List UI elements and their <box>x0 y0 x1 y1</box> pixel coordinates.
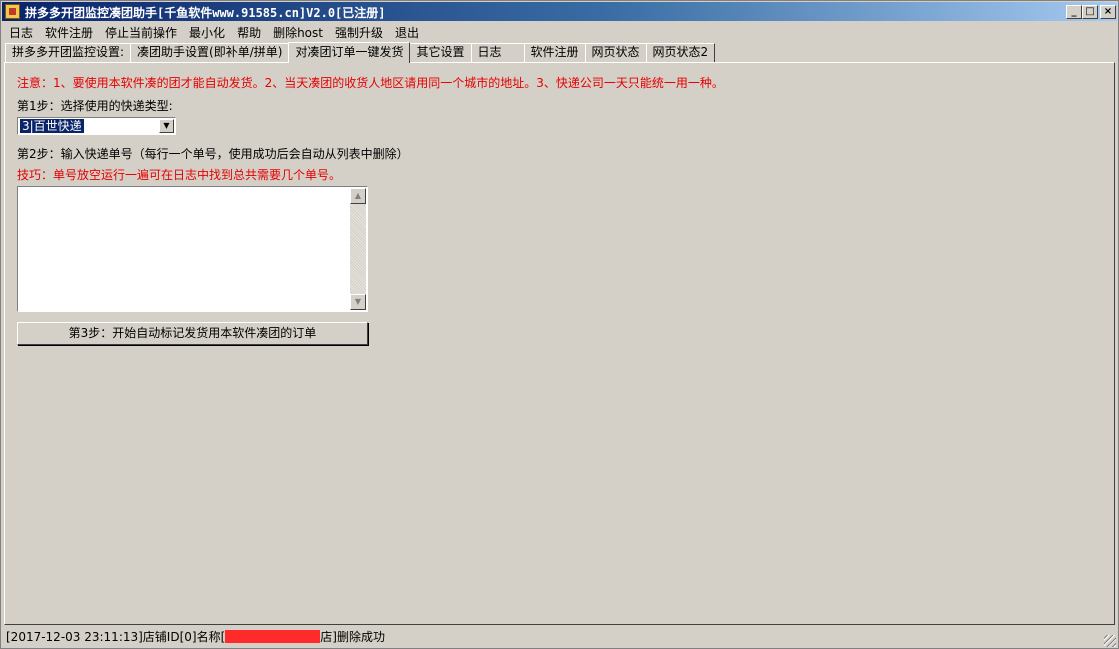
menu-force-upgrade[interactable]: 强制升级 <box>329 24 389 41</box>
tab-log[interactable]: 日志 <box>470 43 525 62</box>
step1-label: 第1步：选择使用的快递类型: <box>17 99 173 113</box>
title-bar[interactable]: 拼多多开团监控凑团助手[千鱼软件www.91585.cn]V2.0[已注册] _… <box>2 2 1117 21</box>
menu-stop-operation[interactable]: 停止当前操作 <box>99 24 183 41</box>
step2-label: 第2步：输入快递单号（每行一个单号，使用成功后会自动从列表中删除） <box>17 147 409 161</box>
tab-web-status-2[interactable]: 网页状态2 <box>645 43 716 62</box>
start-auto-ship-button[interactable]: 第3步：开始自动标记发货用本软件凑团的订单 <box>17 322 368 345</box>
status-message: [2017-12-03 23:11:13]店铺ID[0]名称[ 店]删除成功 <box>6 627 385 648</box>
status-bar: [2017-12-03 23:11:13]店铺ID[0]名称[ 店]删除成功 <box>2 627 1117 648</box>
chevron-down-icon[interactable]: ▼ <box>159 119 174 133</box>
courier-select[interactable]: 3|百世快递 ▼ <box>17 117 176 135</box>
window-title: 拼多多开团监控凑团助手[千鱼软件www.91585.cn]V2.0[已注册] <box>25 6 386 20</box>
menu-help[interactable]: 帮助 <box>231 24 267 41</box>
tab-web-status[interactable]: 网页状态 <box>584 43 647 62</box>
vertical-scrollbar[interactable]: ▲ ▼ <box>350 188 366 310</box>
tab-other-settings[interactable]: 其它设置 <box>409 43 472 62</box>
app-window: 拼多多开团监控凑团助手[千鱼软件www.91585.cn]V2.0[已注册] _… <box>0 0 1119 649</box>
menu-exit[interactable]: 退出 <box>389 24 425 41</box>
menu-log[interactable]: 日志 <box>2 24 39 41</box>
menu-bar: 日志 软件注册 停止当前操作 最小化 帮助 删除host 强制升级 退出 <box>2 22 1117 42</box>
status-prefix: [2017-12-03 23:11:13]店铺ID[0]名称[ <box>6 630 226 644</box>
minimize-button[interactable]: _ <box>1066 5 1082 19</box>
scroll-down-icon[interactable]: ▼ <box>350 294 366 310</box>
resize-grip-icon[interactable] <box>1104 635 1116 647</box>
tab-strip: 拼多多开团监控设置: 凑团助手设置(即补单/拼单) 对凑团订单一键发货 其它设置… <box>5 42 716 63</box>
scroll-up-icon[interactable]: ▲ <box>350 188 366 204</box>
notice-text: 注意：1、要使用本软件凑的团才能自动发货。2、当天凑团的收货人地区请用同一个城市… <box>17 76 724 90</box>
menu-minimize[interactable]: 最小化 <box>183 24 231 41</box>
app-icon[interactable] <box>5 4 20 19</box>
menu-delete-host[interactable]: 删除host <box>267 24 329 41</box>
tip-text: 技巧：单号放空运行一遍可在日志中找到总共需要几个单号。 <box>17 168 342 182</box>
tab-group-helper-settings[interactable]: 凑团助手设置(即补单/拼单) <box>130 43 290 62</box>
tracking-numbers-input[interactable]: ▲ ▼ <box>17 186 368 312</box>
status-suffix: 店]删除成功 <box>320 630 385 644</box>
redacted-shop-name <box>225 630 321 643</box>
close-button[interactable]: × <box>1100 5 1116 19</box>
menu-register[interactable]: 软件注册 <box>39 24 99 41</box>
maximize-button[interactable]: □ <box>1082 5 1098 19</box>
tab-software-register[interactable]: 软件注册 <box>523 43 586 62</box>
courier-selected-value: 3|百世快递 <box>20 119 84 133</box>
tab-one-click-ship[interactable]: 对凑团订单一键发货 <box>288 42 411 63</box>
tab-monitor-settings[interactable]: 拼多多开团监控设置: <box>5 43 132 62</box>
